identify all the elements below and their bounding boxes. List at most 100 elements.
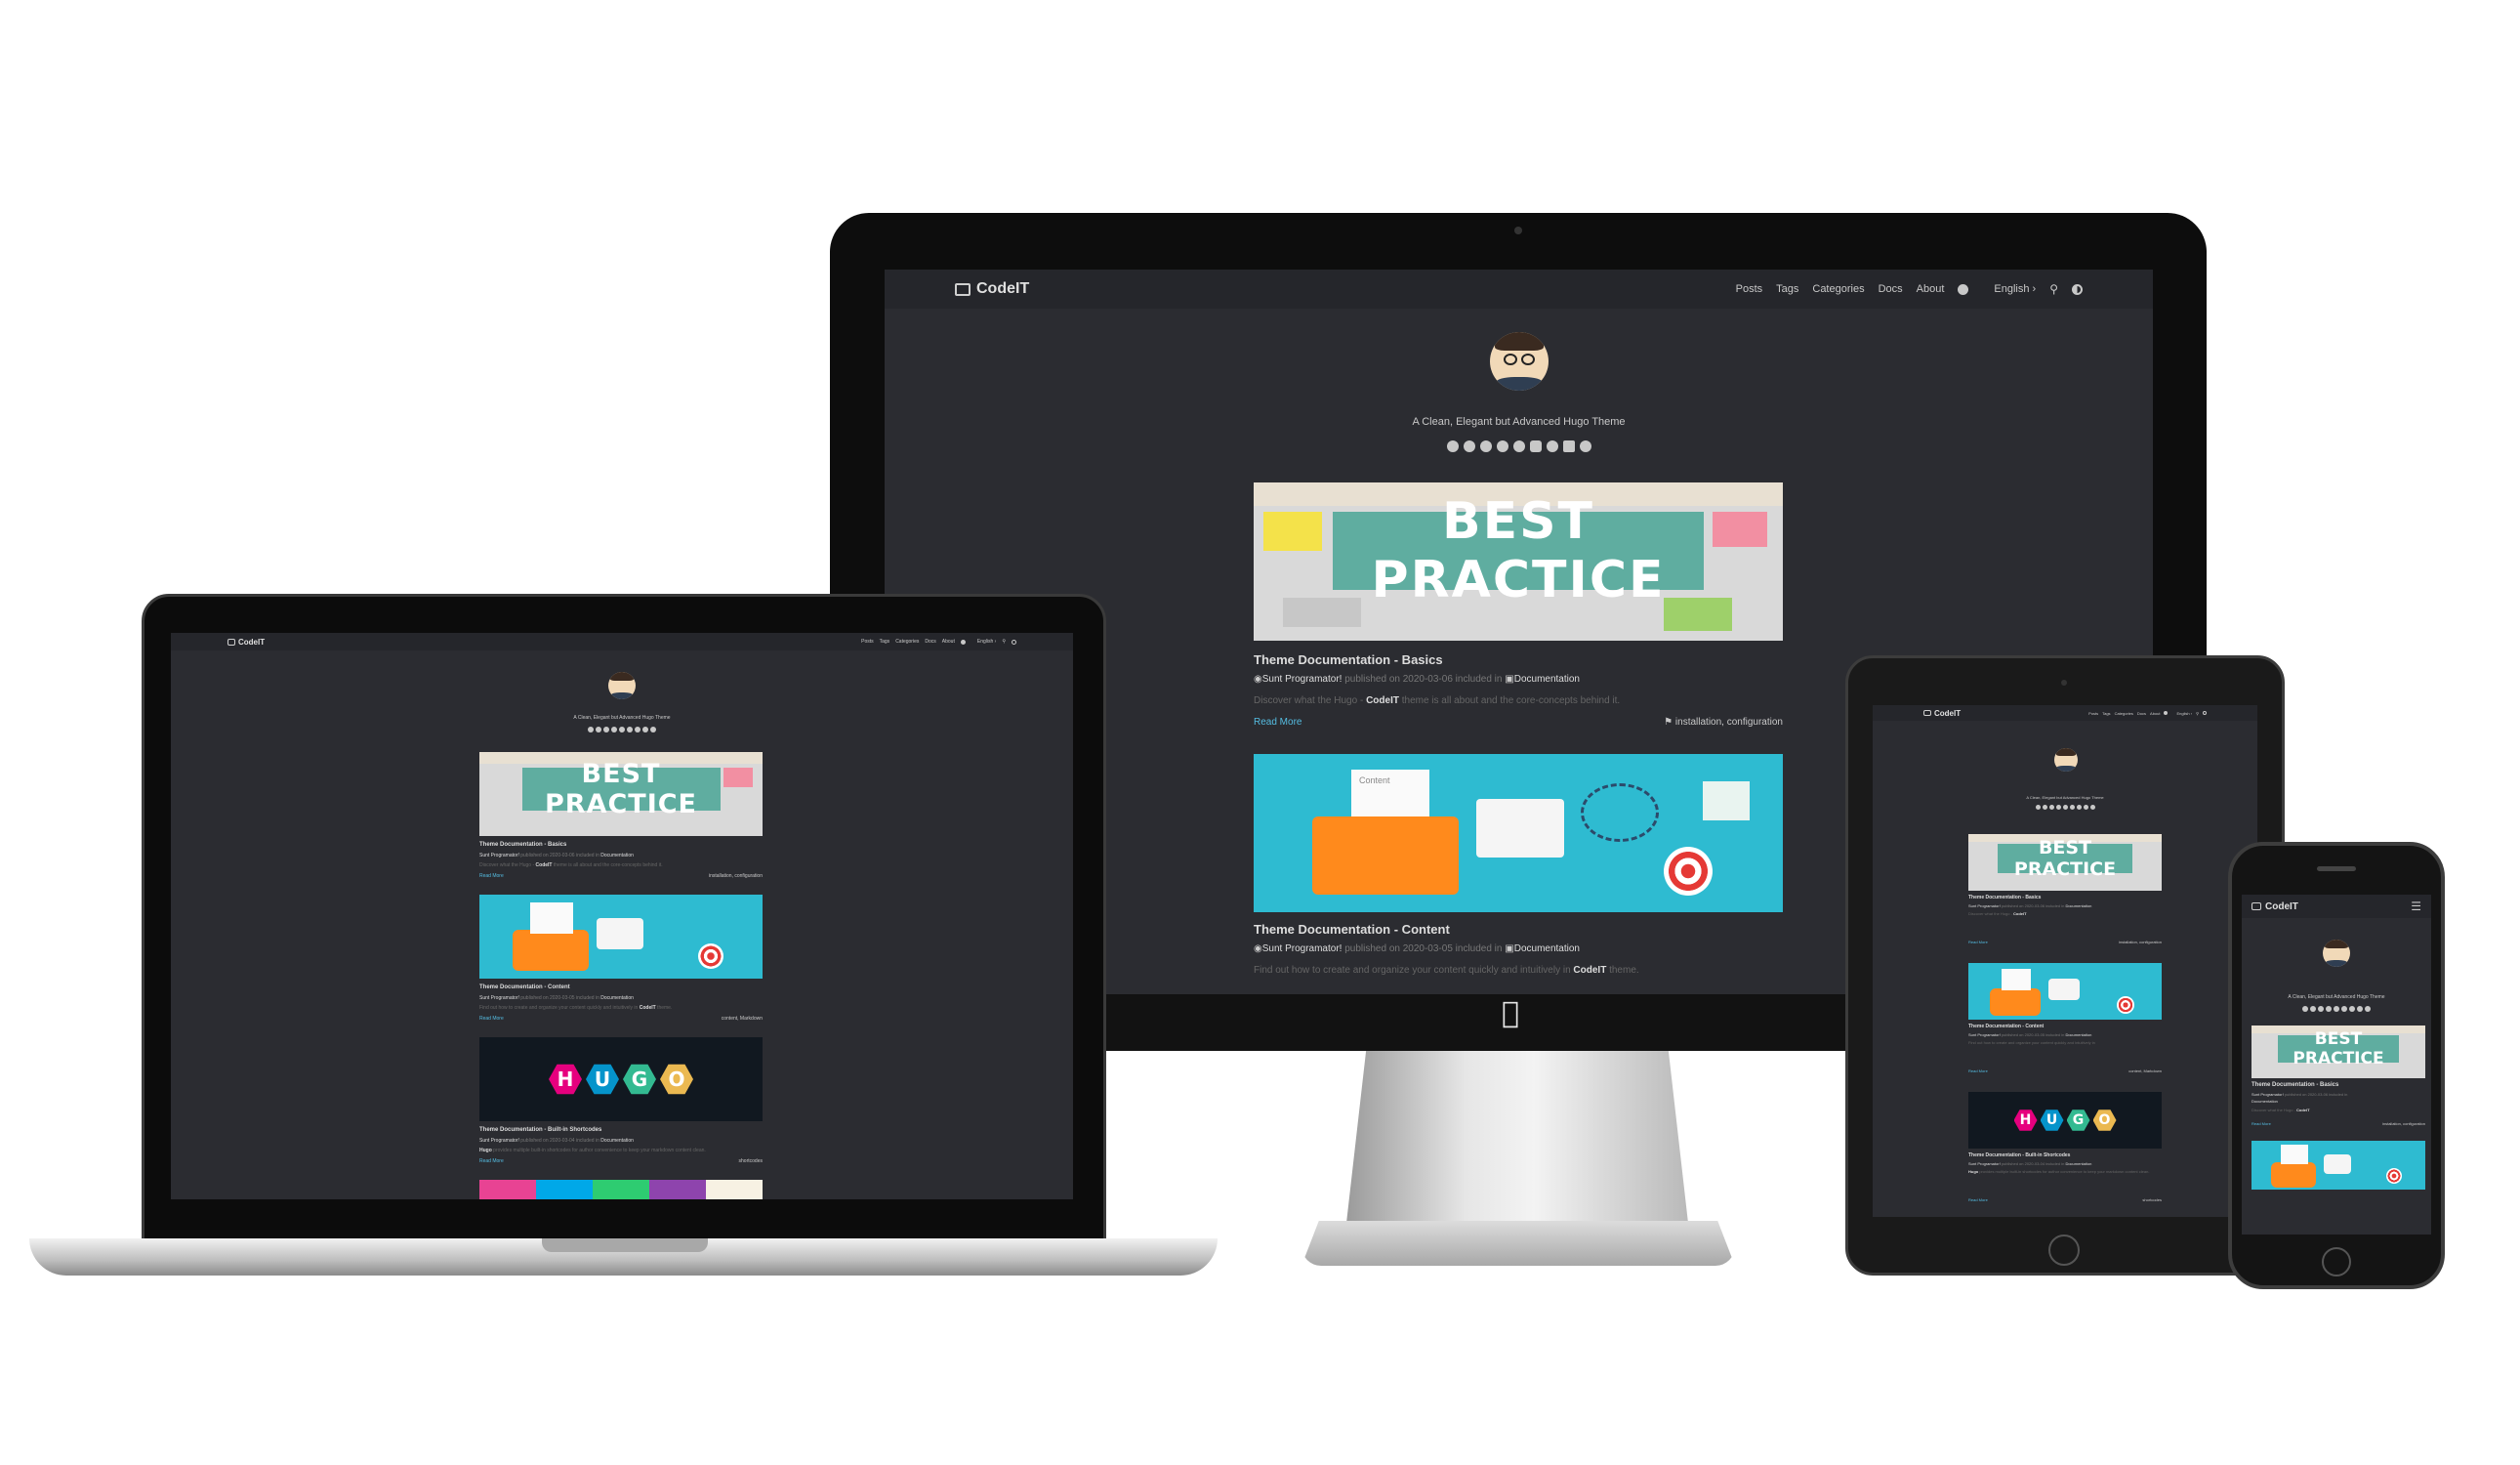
gitea-icon[interactable] — [2302, 1006, 2308, 1012]
gitea-icon[interactable] — [2035, 805, 2041, 810]
youtube-icon[interactable] — [1529, 440, 1542, 452]
post-summary: Hugo provides multiple built-in shortcod… — [1968, 1169, 2150, 1174]
email-icon[interactable] — [2083, 805, 2088, 810]
post-image-best-practice[interactable]: BEST PRACTICE — [1968, 834, 2162, 891]
twitter-icon[interactable] — [1463, 440, 1475, 452]
nav-posts[interactable]: Posts — [1736, 283, 1763, 295]
post-tags[interactable]: installation, configuration — [2382, 1121, 2425, 1126]
gitea-icon[interactable] — [1446, 440, 1459, 452]
best-practice-banner: BEST PRACTICE — [1333, 492, 1704, 609]
nav-tags[interactable]: Tags — [1776, 283, 1798, 295]
youtube-icon[interactable] — [2069, 805, 2075, 810]
post-title[interactable]: Theme Documentation - Built-in Shortcode… — [1968, 1152, 2070, 1158]
read-more-link[interactable]: Read More — [1254, 717, 1301, 728]
post-image-content[interactable] — [1968, 963, 2162, 1020]
read-more-link[interactable]: Read More — [1968, 940, 1988, 944]
post-category[interactable]: Documentation — [1514, 674, 1580, 685]
post-tags[interactable]: installation, configuration — [709, 873, 763, 879]
post-image-best-practice[interactable]: BEST PRACTICE — [479, 752, 763, 836]
post-author[interactable]: Sunt Programator! — [1262, 943, 1343, 954]
mastodon-icon[interactable] — [2349, 1006, 2355, 1012]
github-icon[interactable] — [1958, 283, 1969, 295]
rss-icon[interactable] — [650, 727, 656, 732]
post-tags[interactable]: shortcodes — [739, 1158, 763, 1164]
instagram-icon[interactable] — [603, 727, 609, 732]
post-image-content[interactable]: Content — [1254, 754, 1783, 912]
post-image-hugo[interactable]: H U G O — [1968, 1092, 2162, 1149]
read-more-link[interactable]: Read More — [1968, 1068, 1988, 1073]
email-icon[interactable] — [642, 727, 648, 732]
post-image-best-practice[interactable]: BEST PRACTICE — [1254, 482, 1783, 641]
github-icon[interactable] — [2164, 711, 2169, 715]
rss-icon[interactable] — [2365, 1006, 2371, 1012]
post-tags[interactable]: ⚑ installation, configuration — [1664, 717, 1783, 728]
rss-icon[interactable] — [2089, 805, 2095, 810]
language-select[interactable]: English › — [2176, 711, 2192, 716]
nav-about[interactable]: About — [1917, 283, 1945, 295]
instagram-icon[interactable] — [2048, 805, 2054, 810]
youtube-icon[interactable] — [2341, 1006, 2347, 1012]
read-more-link[interactable]: Read More — [479, 873, 504, 879]
post-title[interactable]: Theme Documentation - Content — [479, 984, 570, 990]
read-more-link[interactable]: Read More — [479, 1016, 504, 1022]
telegram-icon[interactable] — [1512, 440, 1525, 452]
mastodon-icon[interactable] — [635, 727, 640, 732]
telegram-icon[interactable] — [619, 727, 625, 732]
post-image-colors[interactable] — [479, 1180, 763, 1199]
post-title[interactable]: Theme Documentation - Basics — [479, 842, 566, 848]
post-author[interactable]: Sunt Programator! — [1262, 674, 1343, 685]
theme-switch-icon[interactable] — [2203, 711, 2207, 715]
site-logo[interactable]: CodeIT — [227, 638, 265, 647]
menu-icon[interactable]: ☰ — [2411, 900, 2421, 913]
github-icon[interactable] — [960, 639, 966, 645]
facebook-icon[interactable] — [2055, 805, 2061, 810]
site-logo[interactable]: CodeIT — [955, 280, 1029, 298]
twitter-icon[interactable] — [2310, 1006, 2316, 1012]
mastodon-icon[interactable] — [2076, 805, 2082, 810]
post-title[interactable]: Theme Documentation - Content — [1968, 1024, 2044, 1029]
youtube-icon[interactable] — [627, 727, 633, 732]
facebook-icon[interactable] — [1496, 440, 1508, 452]
read-more-link[interactable]: Read More — [479, 1158, 504, 1164]
mastodon-icon[interactable] — [1546, 440, 1558, 452]
post-tags[interactable]: installation, configuration — [2119, 940, 2162, 944]
telegram-icon[interactable] — [2062, 805, 2068, 810]
post-image-content[interactable] — [479, 895, 763, 979]
post-category[interactable]: Documentation — [1514, 943, 1580, 954]
nav-docs[interactable]: Docs — [1879, 283, 1903, 295]
email-icon[interactable] — [1562, 440, 1575, 452]
instagram-icon[interactable] — [1479, 440, 1492, 452]
email-icon[interactable] — [2357, 1006, 2363, 1012]
post-title[interactable]: Theme Documentation - Basics — [1968, 895, 2041, 900]
gitea-icon[interactable] — [588, 727, 594, 732]
nav-categories[interactable]: Categories — [1812, 283, 1864, 295]
post-title[interactable]: Theme Documentation - Basics — [2251, 1082, 2338, 1088]
language-select[interactable]: English › — [977, 639, 996, 645]
twitter-icon[interactable] — [2042, 805, 2047, 810]
facebook-icon[interactable] — [2326, 1006, 2332, 1012]
theme-switch-icon[interactable] — [2072, 283, 2083, 295]
theme-switch-icon[interactable] — [1012, 639, 1016, 645]
search-icon[interactable]: ⚲ — [2196, 711, 2199, 716]
post-tags[interactable]: shortcodes — [2142, 1197, 2162, 1202]
post-title[interactable]: Theme Documentation - Content — [1254, 922, 1450, 937]
rss-icon[interactable] — [1579, 440, 1591, 452]
twitter-icon[interactable] — [596, 727, 601, 732]
instagram-icon[interactable] — [2318, 1006, 2324, 1012]
read-more-link[interactable]: Read More — [2251, 1121, 2271, 1126]
read-more-link[interactable]: Read More — [1968, 1197, 1988, 1202]
post-tags[interactable]: content, Markdown — [722, 1016, 763, 1022]
post-image-content[interactable] — [2251, 1141, 2425, 1190]
post-tags[interactable]: content, Markdown — [2128, 1068, 2162, 1073]
language-select[interactable]: English › — [1994, 283, 2036, 295]
telegram-icon[interactable] — [2334, 1006, 2339, 1012]
search-icon[interactable]: ⚲ — [2049, 282, 2058, 296]
post-title[interactable]: Theme Documentation - Basics — [1254, 652, 1443, 667]
site-logo[interactable]: CodeIT — [2251, 901, 2298, 912]
post-image-best-practice[interactable]: BEST PRACTICE — [2251, 1026, 2425, 1078]
facebook-icon[interactable] — [611, 727, 617, 732]
site-logo[interactable]: CodeIT — [1923, 709, 1961, 718]
post-image-hugo[interactable]: H U G O — [479, 1037, 763, 1121]
post-title[interactable]: Theme Documentation - Built-in Shortcode… — [479, 1127, 601, 1133]
search-icon[interactable]: ⚲ — [1002, 639, 1006, 645]
